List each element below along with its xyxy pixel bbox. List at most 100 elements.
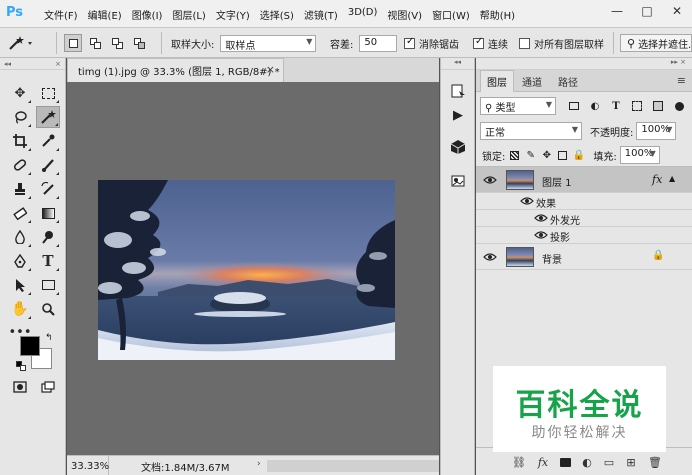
- contiguous-checkbox[interactable]: [473, 36, 484, 49]
- panel-menu-icon[interactable]: ≡: [677, 74, 686, 87]
- eraser-tool[interactable]: [8, 202, 32, 224]
- chevron-up-icon[interactable]: ▲: [669, 174, 675, 183]
- pen-tool[interactable]: [8, 250, 32, 272]
- add-style-icon[interactable]: fx: [536, 455, 550, 469]
- effects-row[interactable]: 效果: [476, 193, 692, 210]
- healing-brush-tool[interactable]: [8, 154, 32, 176]
- actions-panel-button[interactable]: ▶: [446, 104, 470, 126]
- tool-preset-picker[interactable]: [4, 34, 34, 52]
- trash-icon[interactable]: 🗑: [648, 455, 662, 469]
- properties-panel-button[interactable]: [446, 170, 470, 192]
- lock-pixels-icon[interactable]: ✎: [524, 147, 537, 163]
- sample-all-layers-toggle[interactable]: 对所有图层取样: [519, 34, 604, 52]
- 3d-panel-button[interactable]: [446, 136, 470, 158]
- document-image[interactable]: [98, 180, 395, 360]
- lock-transparent-icon[interactable]: [508, 147, 521, 163]
- sample-all-layers-checkbox[interactable]: [519, 37, 530, 49]
- dodge-tool[interactable]: [36, 226, 60, 248]
- blur-tool[interactable]: [8, 226, 32, 248]
- dock-collapse-icon[interactable]: ◂◂: [441, 58, 474, 70]
- layer-row-layer1[interactable]: 图层 1 fx ▲: [476, 167, 692, 193]
- filter-pixel-icon[interactable]: [566, 98, 582, 114]
- menu-layer[interactable]: 图层(L): [172, 7, 205, 23]
- screen-mode-button[interactable]: [36, 376, 60, 398]
- gradient-tool[interactable]: [36, 202, 60, 224]
- menu-image[interactable]: 图像(I): [132, 7, 163, 23]
- menu-3d[interactable]: 3D(D): [348, 7, 378, 23]
- hand-tool[interactable]: ✋: [8, 298, 32, 320]
- history-panel-button[interactable]: [446, 80, 470, 102]
- brush-tool[interactable]: [36, 154, 60, 176]
- tab-channels[interactable]: 通道: [516, 70, 548, 92]
- close-button[interactable]: ✕: [662, 0, 692, 22]
- eye-icon[interactable]: [483, 252, 497, 262]
- layer-name[interactable]: 背景: [542, 251, 562, 266]
- filter-smart-object-icon[interactable]: [650, 98, 666, 114]
- contiguous-toggle[interactable]: 连续: [473, 34, 508, 52]
- horizontal-scrollbar[interactable]: [267, 460, 439, 472]
- menu-select[interactable]: 选择(S): [260, 7, 294, 23]
- menu-type[interactable]: 文字(Y): [216, 7, 250, 23]
- canvas-area[interactable]: [67, 82, 439, 455]
- effects-fx-icon[interactable]: fx: [652, 173, 662, 186]
- effect-outer-glow-row[interactable]: 外发光: [476, 210, 692, 227]
- antialias-checkbox[interactable]: [404, 36, 415, 49]
- new-selection-button[interactable]: [64, 34, 82, 52]
- document-tab[interactable]: timg (1).jpg @ 33.3% (图层 1, RGB/8#) * ×: [67, 58, 284, 82]
- path-selection-tool[interactable]: [8, 274, 32, 296]
- menu-edit[interactable]: 编辑(E): [88, 7, 122, 23]
- menu-window[interactable]: 窗口(W): [432, 7, 470, 23]
- eyedropper-tool[interactable]: [36, 130, 60, 152]
- eye-icon[interactable]: [534, 230, 548, 240]
- tab-layers[interactable]: 图层: [480, 70, 514, 92]
- layer-row-background[interactable]: 背景 🔒: [476, 244, 692, 270]
- menu-filter[interactable]: 滤镜(T): [304, 7, 338, 23]
- eye-icon[interactable]: [534, 213, 548, 223]
- opacity-input[interactable]: 100% ▼: [636, 122, 677, 140]
- crop-tool[interactable]: [8, 130, 32, 152]
- new-layer-icon[interactable]: ⊞: [624, 455, 638, 469]
- menu-view[interactable]: 视图(V): [387, 7, 422, 23]
- select-and-mask-button[interactable]: ⚲ 选择并遮住...: [620, 34, 692, 52]
- tolerance-input[interactable]: 50: [359, 34, 398, 52]
- intersect-selection-button[interactable]: [130, 34, 148, 52]
- layer-name[interactable]: 图层 1: [542, 174, 572, 189]
- menu-file[interactable]: 文件(F): [44, 7, 78, 23]
- quick-mask-button[interactable]: [8, 376, 32, 398]
- marquee-tool[interactable]: [36, 82, 60, 104]
- zoom-level-field[interactable]: 33.33%: [67, 456, 109, 475]
- lock-position-icon[interactable]: ✥: [540, 147, 553, 163]
- new-adjustment-layer-icon[interactable]: ◐: [580, 455, 594, 469]
- minimize-button[interactable]: —: [602, 0, 632, 22]
- sample-size-select[interactable]: 取样点 ▼: [220, 34, 317, 52]
- swap-colors-icon[interactable]: ↰: [45, 333, 53, 343]
- fill-input[interactable]: 100% ▼: [619, 146, 660, 164]
- history-brush-tool[interactable]: [36, 178, 60, 200]
- rectangle-tool[interactable]: [36, 274, 60, 296]
- add-mask-icon[interactable]: [558, 455, 572, 469]
- lock-artboard-icon[interactable]: [556, 147, 569, 163]
- toolbox-header[interactable]: ◂◂ ×: [0, 58, 65, 70]
- close-icon[interactable]: ×: [55, 60, 61, 68]
- link-layers-icon[interactable]: ⛓: [512, 455, 526, 469]
- filter-toggle-icon[interactable]: [671, 98, 687, 114]
- collapse-icon[interactable]: ◂◂: [4, 60, 11, 68]
- eye-icon[interactable]: [520, 196, 534, 206]
- default-colors-icon[interactable]: [16, 361, 26, 371]
- new-group-icon[interactable]: ▭: [602, 455, 616, 469]
- lock-all-icon[interactable]: 🔒: [572, 147, 585, 163]
- layer-filter-select[interactable]: ⚲ 类型 ▼: [480, 97, 556, 115]
- tab-paths[interactable]: 路径: [552, 70, 584, 92]
- filter-adjustment-icon[interactable]: ◐: [587, 98, 603, 114]
- chevron-right-icon[interactable]: ›: [257, 459, 261, 469]
- add-to-selection-button[interactable]: [86, 34, 104, 52]
- panel-collapse-icon[interactable]: ▸▸ ×: [476, 58, 692, 70]
- filter-shape-icon[interactable]: [629, 98, 645, 114]
- blend-mode-select[interactable]: 正常 ▼: [480, 122, 582, 140]
- magic-wand-tool[interactable]: [36, 106, 60, 128]
- filter-type-icon[interactable]: T: [608, 98, 624, 114]
- maximize-button[interactable]: □: [632, 0, 662, 22]
- effect-drop-shadow-row[interactable]: 投影: [476, 227, 692, 244]
- zoom-tool[interactable]: [36, 298, 60, 320]
- clone-stamp-tool[interactable]: [8, 178, 32, 200]
